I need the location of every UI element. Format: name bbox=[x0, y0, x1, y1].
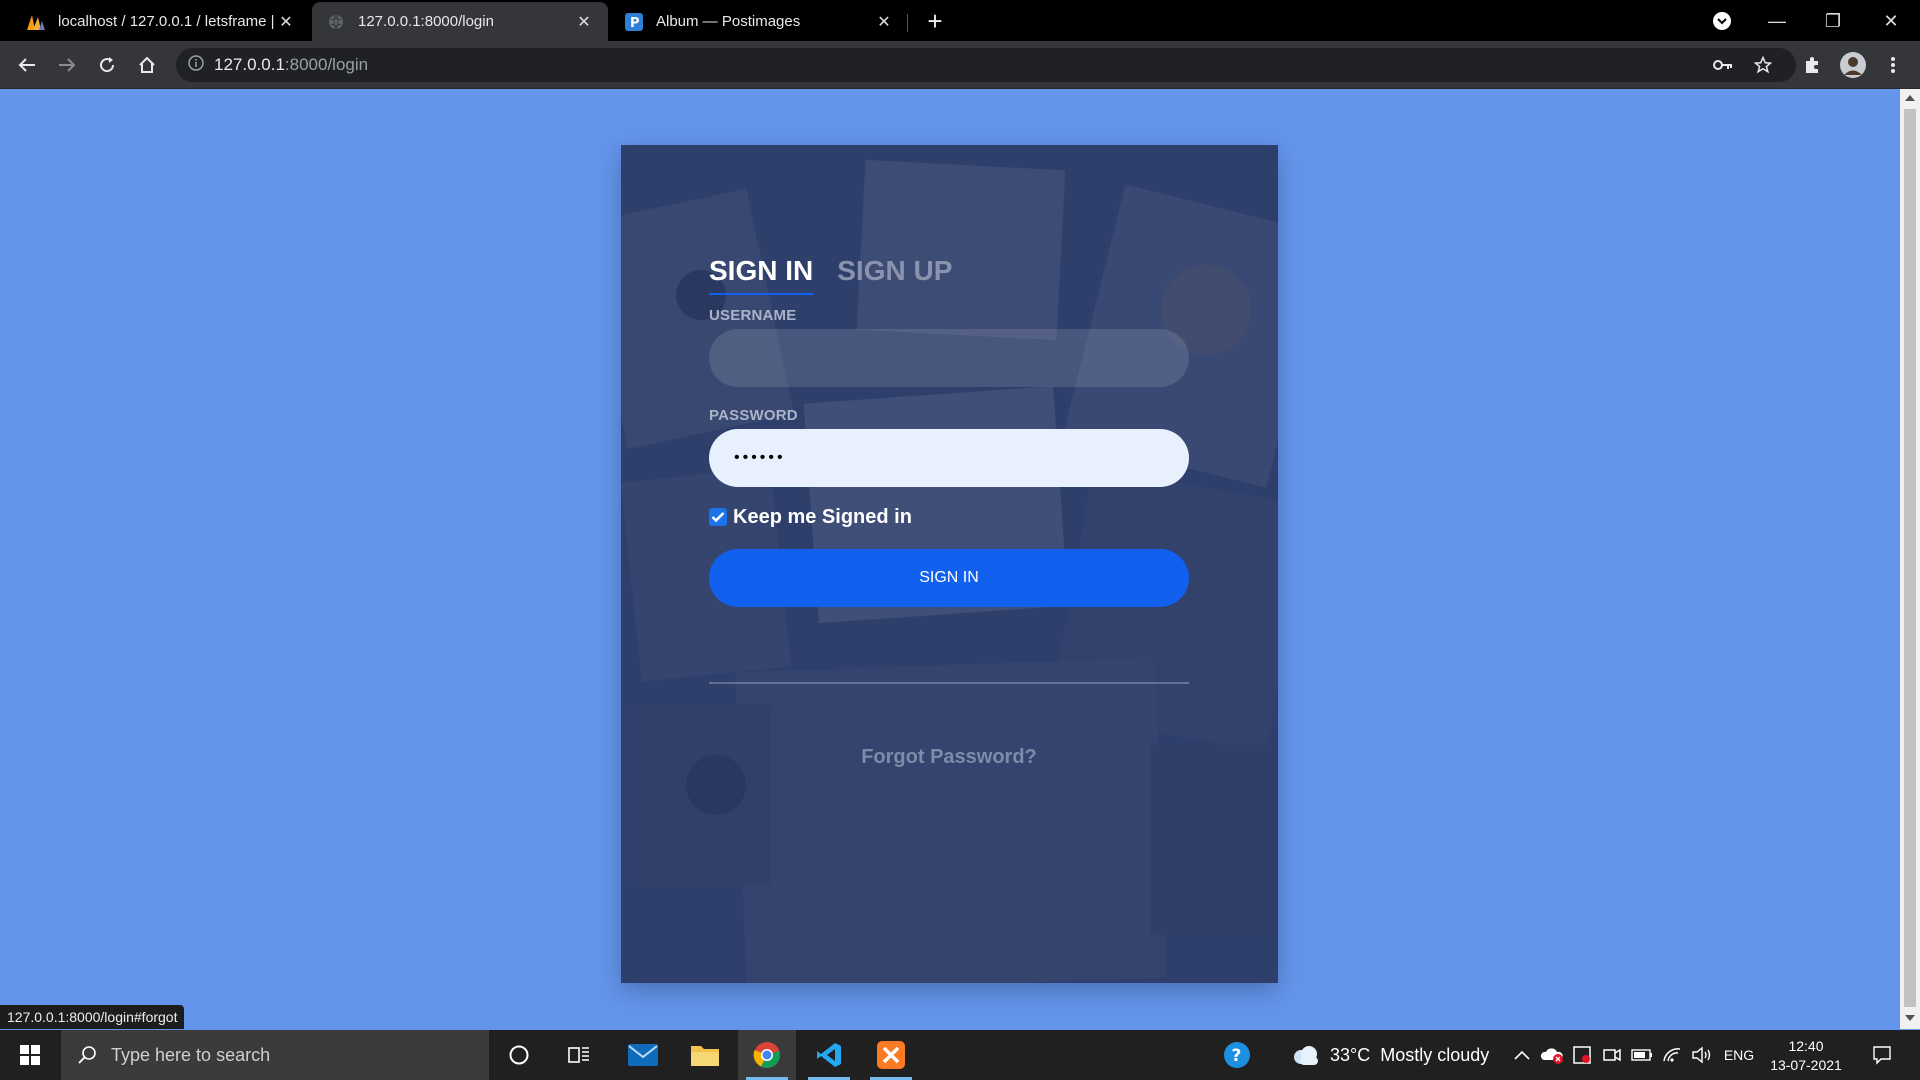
tab-title: 127.0.0.1:8000/login bbox=[358, 13, 494, 30]
start-button[interactable] bbox=[0, 1030, 60, 1080]
cloud-icon bbox=[1294, 1046, 1318, 1065]
close-icon[interactable]: ✕ bbox=[874, 12, 894, 32]
language-indicator[interactable]: ENG bbox=[1722, 1030, 1756, 1080]
scroll-up-arrow[interactable] bbox=[1905, 95, 1915, 101]
password-input[interactable] bbox=[709, 429, 1189, 487]
phpmyadmin-icon bbox=[26, 12, 46, 32]
scroll-down-arrow[interactable] bbox=[1905, 1015, 1915, 1021]
battery-icon[interactable] bbox=[1628, 1030, 1656, 1080]
windows-icon bbox=[20, 1045, 40, 1065]
weather-widget[interactable]: 33°C Mostly cloudy bbox=[1292, 1030, 1489, 1080]
clock-time: 12:40 bbox=[1788, 1037, 1824, 1054]
divider bbox=[709, 682, 1189, 684]
home-button[interactable] bbox=[132, 50, 162, 80]
restore-button[interactable]: ❐ bbox=[1813, 6, 1853, 36]
weather-text: 33°C Mostly cloudy bbox=[1330, 1044, 1490, 1065]
auth-tabs: SIGN IN SIGN UP bbox=[709, 255, 1189, 295]
close-icon[interactable]: ✕ bbox=[574, 12, 594, 32]
status-bar-url: 127.0.0.1:8000/login#forgot bbox=[0, 1005, 185, 1029]
password-label: PASSWORD bbox=[709, 407, 798, 424]
help-icon: ? bbox=[1224, 1042, 1250, 1068]
tab-search-button[interactable] bbox=[1702, 6, 1742, 36]
svg-text:P: P bbox=[630, 16, 640, 31]
task-view-icon bbox=[568, 1047, 589, 1063]
keep-signed-in-row: Keep me Signed in bbox=[709, 504, 1189, 530]
clock[interactable]: 12:40 13-07-2021 bbox=[1764, 1030, 1848, 1080]
show-hidden-icons[interactable] bbox=[1508, 1030, 1536, 1080]
extensions-icon[interactable] bbox=[1797, 50, 1827, 80]
postimages-icon: P bbox=[624, 12, 644, 32]
url-path: :8000/login bbox=[284, 55, 369, 74]
task-view-button[interactable] bbox=[550, 1030, 608, 1080]
minimize-button[interactable]: — bbox=[1757, 6, 1797, 36]
vscode-icon bbox=[817, 1043, 841, 1067]
tab-sign-up[interactable]: SIGN UP bbox=[837, 255, 952, 295]
forgot-password-link[interactable]: Forgot Password? bbox=[709, 746, 1189, 769]
checkmark-icon bbox=[711, 512, 725, 523]
notifications-button[interactable] bbox=[1862, 1030, 1902, 1080]
username-input[interactable] bbox=[709, 329, 1189, 387]
notification-icon bbox=[1873, 1046, 1891, 1065]
chrome-icon bbox=[753, 1042, 780, 1068]
file-explorer-button[interactable] bbox=[676, 1030, 734, 1080]
star-icon[interactable] bbox=[1748, 50, 1778, 80]
cortana-icon bbox=[509, 1045, 529, 1065]
search-placeholder: Type here to search bbox=[111, 1044, 271, 1065]
tab-postimages[interactable]: P Album — Postimages ✕ bbox=[610, 2, 908, 41]
mail-app-button[interactable] bbox=[614, 1030, 672, 1080]
help-button[interactable]: ? bbox=[1208, 1030, 1266, 1080]
page-scrollbar[interactable] bbox=[1900, 89, 1920, 1029]
new-tab-button[interactable]: + bbox=[920, 6, 950, 36]
address-bar[interactable]: 127.0.0.1:8000/login bbox=[176, 48, 1796, 82]
chevron-up-icon bbox=[1514, 1050, 1530, 1060]
globe-icon bbox=[326, 12, 346, 32]
avatar[interactable] bbox=[1838, 50, 1868, 80]
xampp-app-button[interactable] bbox=[862, 1030, 920, 1080]
mail-icon bbox=[628, 1044, 658, 1066]
xampp-icon bbox=[877, 1041, 905, 1069]
browser-toolbar: 127.0.0.1:8000/login bbox=[0, 41, 1920, 89]
cortana-button[interactable] bbox=[490, 1030, 548, 1080]
clock-date: 13-07-2021 bbox=[1770, 1056, 1842, 1073]
svg-text:?: ? bbox=[1232, 1046, 1242, 1066]
username-label: USERNAME bbox=[709, 307, 797, 324]
browser-tab-strip: localhost / 127.0.0.1 / letsframe | ✕ 12… bbox=[0, 0, 1920, 41]
close-icon[interactable]: ✕ bbox=[276, 12, 296, 32]
key-icon[interactable] bbox=[1708, 50, 1738, 80]
url-text: 127.0.0.1:8000/login bbox=[214, 55, 368, 75]
taskbar: Type here to search ? 33°C Mostly cloudy bbox=[0, 1030, 1920, 1080]
wifi-icon[interactable] bbox=[1658, 1030, 1686, 1080]
page-viewport: SIGN IN SIGN UP USERNAME PASSWORD Keep m… bbox=[0, 89, 1900, 1029]
folder-icon bbox=[691, 1046, 719, 1066]
reload-button[interactable] bbox=[92, 50, 122, 80]
sign-in-button[interactable]: SIGN IN bbox=[709, 549, 1189, 607]
onedrive-error-icon[interactable] bbox=[1538, 1030, 1566, 1080]
meet-now-icon[interactable] bbox=[1598, 1030, 1626, 1080]
search-icon bbox=[78, 1046, 96, 1064]
login-form: SIGN IN SIGN UP USERNAME PASSWORD Keep m… bbox=[709, 255, 1189, 769]
tab-phpmyadmin[interactable]: localhost / 127.0.0.1 / letsframe | ✕ bbox=[12, 2, 310, 41]
tab-separator bbox=[907, 14, 908, 32]
taskbar-search-box[interactable]: Type here to search bbox=[61, 1030, 489, 1080]
forward-button[interactable] bbox=[52, 50, 82, 80]
security-icon[interactable] bbox=[1568, 1030, 1596, 1080]
tab-login[interactable]: 127.0.0.1:8000/login ✕ bbox=[312, 2, 608, 41]
tab-sign-in[interactable]: SIGN IN bbox=[709, 255, 814, 295]
tab-title: localhost / 127.0.0.1 / letsframe | bbox=[58, 13, 275, 30]
scroll-thumb[interactable] bbox=[1904, 109, 1916, 1007]
volume-icon[interactable] bbox=[1688, 1030, 1716, 1080]
tab-title: Album — Postimages bbox=[656, 13, 801, 30]
vscode-app-button[interactable] bbox=[800, 1030, 858, 1080]
chrome-app-button[interactable] bbox=[738, 1030, 796, 1080]
back-button[interactable] bbox=[12, 50, 42, 80]
keep-signed-in-label[interactable]: Keep me Signed in bbox=[733, 506, 912, 529]
keep-signed-in-checkbox[interactable] bbox=[709, 508, 727, 526]
menu-icon[interactable] bbox=[1878, 50, 1908, 80]
login-card: SIGN IN SIGN UP USERNAME PASSWORD Keep m… bbox=[621, 145, 1278, 983]
language-text: ENG bbox=[1723, 1047, 1755, 1063]
info-icon[interactable] bbox=[188, 54, 204, 76]
close-window-button[interactable]: ✕ bbox=[1871, 6, 1911, 36]
url-host: 127.0.0.1 bbox=[214, 55, 285, 74]
